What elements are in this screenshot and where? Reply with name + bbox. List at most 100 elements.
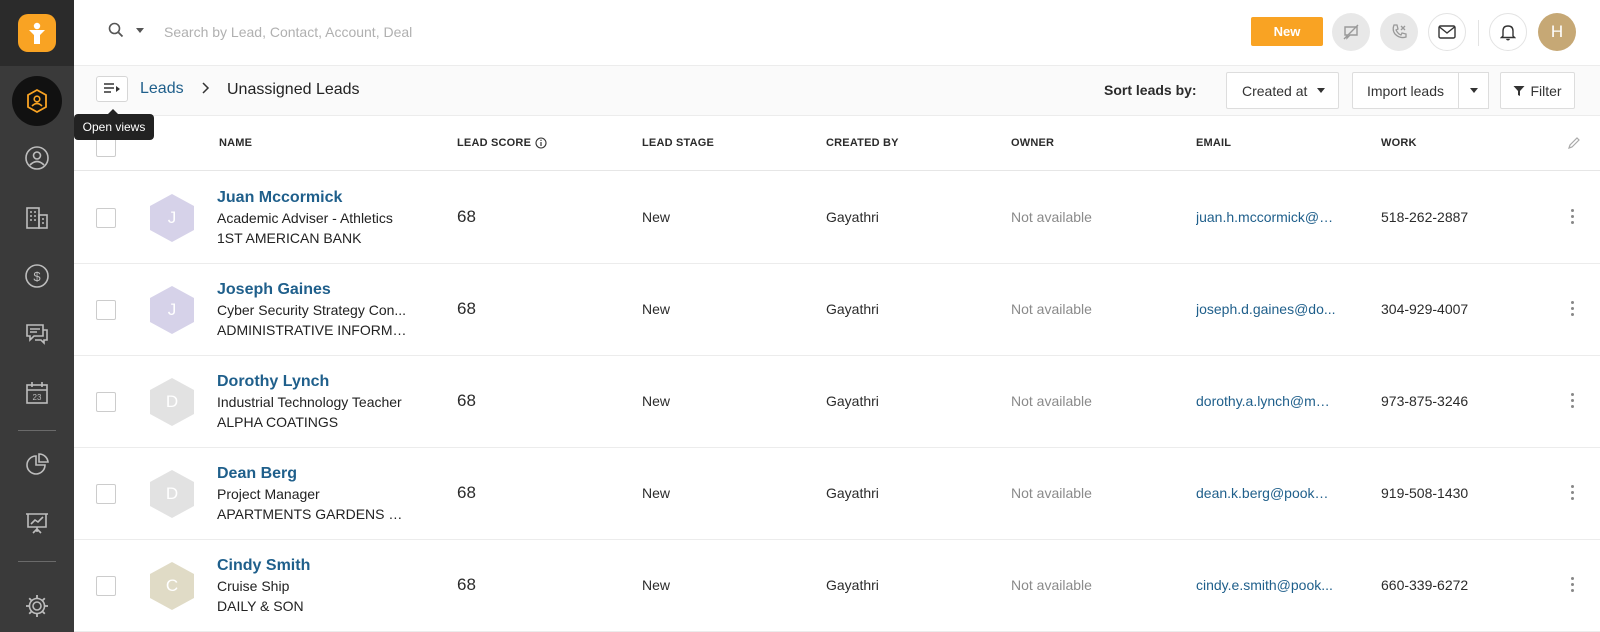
lead-name-link[interactable]: Joseph Gaines: [217, 281, 331, 299]
dollar-circle-icon: $: [25, 264, 49, 288]
column-header-work[interactable]: WORK: [1381, 137, 1417, 149]
open-views-tooltip: Open views: [74, 109, 154, 140]
column-header-owner[interactable]: OWNER: [1011, 137, 1054, 149]
row-checkbox[interactable]: [96, 576, 116, 596]
call-button[interactable]: [1380, 13, 1418, 51]
row-menu-icon[interactable]: [1571, 209, 1574, 224]
table-row[interactable]: C Cindy Smith Cruise Ship DAILY & SON 68…: [74, 540, 1600, 632]
sidebar: $ 23: [0, 0, 74, 632]
email-button[interactable]: [1428, 13, 1466, 51]
page-title: Unassigned Leads: [227, 81, 360, 98]
column-header-created-by[interactable]: CREATED BY: [826, 137, 899, 149]
info-icon[interactable]: [535, 137, 547, 149]
new-button[interactable]: New: [1251, 17, 1323, 46]
filter-label: Filter: [1530, 82, 1562, 99]
lead-job-title: Cruise Ship: [217, 578, 290, 594]
sort-value: Created at: [1242, 82, 1308, 99]
person-circle-icon: [25, 146, 49, 170]
sidebar-item-leads[interactable]: [0, 76, 74, 126]
column-header-lead-score[interactable]: LEAD SCORE: [457, 137, 547, 149]
row-menu-icon[interactable]: [1571, 577, 1574, 592]
lead-stage: New: [642, 577, 671, 593]
table-row[interactable]: J Juan Mccormick Academic Adviser - Athl…: [74, 172, 1600, 264]
search-scope-dropdown-icon[interactable]: [136, 28, 144, 33]
row-checkbox[interactable]: [96, 208, 116, 228]
work-phone[interactable]: 304-929-4007: [1381, 301, 1468, 317]
lead-name-link[interactable]: Cindy Smith: [217, 557, 310, 575]
table-row[interactable]: J Joseph Gaines Cyber Security Strategy …: [74, 264, 1600, 356]
email-link[interactable]: cindy.e.smith@pook...: [1196, 577, 1336, 593]
row-checkbox[interactable]: [96, 392, 116, 412]
user-avatar[interactable]: H: [1538, 13, 1576, 51]
row-checkbox[interactable]: [96, 484, 116, 504]
lead-company: DAILY & SON: [217, 598, 304, 614]
column-header-name[interactable]: NAME: [219, 137, 252, 149]
breadcrumb-leads-link[interactable]: Leads: [140, 80, 184, 98]
sidebar-item-calendar[interactable]: 23: [0, 368, 74, 418]
row-menu-icon[interactable]: [1571, 485, 1574, 500]
lead-avatar: C: [150, 562, 194, 610]
created-by: Gayathri: [826, 577, 879, 593]
row-checkbox[interactable]: [96, 300, 116, 320]
lead-name-link[interactable]: Dorothy Lynch: [217, 373, 329, 391]
sort-label: Sort leads by:: [1104, 82, 1197, 98]
owner: Not available: [1011, 577, 1092, 593]
table-row[interactable]: D Dorothy Lynch Industrial Technology Te…: [74, 356, 1600, 448]
notifications-button[interactable]: [1489, 13, 1527, 51]
work-phone[interactable]: 518-262-2887: [1381, 209, 1468, 225]
sidebar-separator: [18, 561, 56, 562]
search-icon[interactable]: [108, 22, 124, 43]
email-link[interactable]: juan.h.mccormick@s...: [1196, 209, 1336, 225]
email-link[interactable]: dorothy.a.lynch@mai...: [1196, 393, 1336, 409]
mail-icon: [1438, 25, 1456, 39]
sort-dropdown[interactable]: Created at: [1226, 72, 1339, 109]
app-root: $ 23 Search by Lead, Contact, Account, D…: [0, 0, 1600, 632]
sms-button[interactable]: [1332, 13, 1370, 51]
owner: Not available: [1011, 485, 1092, 501]
table-row[interactable]: D Dean Berg Project Manager APARTMENTS G…: [74, 448, 1600, 540]
sidebar-item-contacts[interactable]: [0, 133, 74, 183]
work-phone[interactable]: 919-508-1430: [1381, 485, 1468, 501]
gear-icon: [26, 595, 48, 617]
svg-text:$: $: [33, 269, 41, 284]
import-leads-button[interactable]: Import leads: [1352, 72, 1459, 109]
table-header: NAME LEAD SCORE LEAD STAGE CREATED BY OW…: [74, 116, 1600, 171]
row-menu-icon[interactable]: [1571, 301, 1574, 316]
search-input[interactable]: [164, 18, 644, 46]
toolbar-divider: [1478, 20, 1479, 46]
sidebar-item-accounts[interactable]: [0, 193, 74, 243]
top-bar: New H: [74, 0, 1600, 66]
logo-box[interactable]: [0, 0, 74, 66]
lead-company: 1ST AMERICAN BANK: [217, 230, 362, 246]
lead-company: ADMINISTRATIVE INFORMA...: [217, 322, 412, 338]
open-views-button[interactable]: [96, 76, 128, 102]
chevron-down-icon: [1469, 88, 1478, 93]
sidebar-item-reports[interactable]: [0, 440, 74, 490]
sidebar-item-deals[interactable]: $: [0, 251, 74, 301]
email-link[interactable]: dean.k.berg@pookm...: [1196, 485, 1336, 501]
filter-button[interactable]: Filter: [1500, 72, 1575, 109]
sidebar-item-analytics[interactable]: [0, 498, 74, 548]
lead-score: 68: [457, 391, 476, 410]
column-header-lead-stage[interactable]: LEAD STAGE: [642, 137, 714, 149]
sidebar-item-settings[interactable]: [0, 581, 74, 631]
lead-score: 68: [457, 483, 476, 502]
row-menu-icon[interactable]: [1571, 393, 1574, 408]
column-header-email[interactable]: EMAIL: [1196, 137, 1231, 149]
chat-icon: [26, 324, 48, 345]
edit-columns-icon[interactable]: [1567, 136, 1581, 155]
lead-name-link[interactable]: Juan Mccormick: [217, 189, 342, 207]
lead-score: 68: [457, 575, 476, 594]
email-link[interactable]: joseph.d.gaines@do...: [1196, 301, 1336, 317]
lead-name-link[interactable]: Dean Berg: [217, 465, 297, 483]
work-phone[interactable]: 973-875-3246: [1381, 393, 1468, 409]
import-options-dropdown[interactable]: [1459, 72, 1489, 109]
sidebar-item-conversations[interactable]: [0, 309, 74, 359]
lead-avatar: D: [150, 470, 194, 518]
lead-company: APARTMENTS GARDENS NS...: [217, 506, 412, 522]
lead-stage: New: [642, 485, 671, 501]
lead-job-title: Industrial Technology Teacher: [217, 394, 402, 410]
lead-avatar: J: [150, 286, 194, 334]
work-phone[interactable]: 660-339-6272: [1381, 577, 1468, 593]
select-all-checkbox[interactable]: [96, 137, 116, 157]
